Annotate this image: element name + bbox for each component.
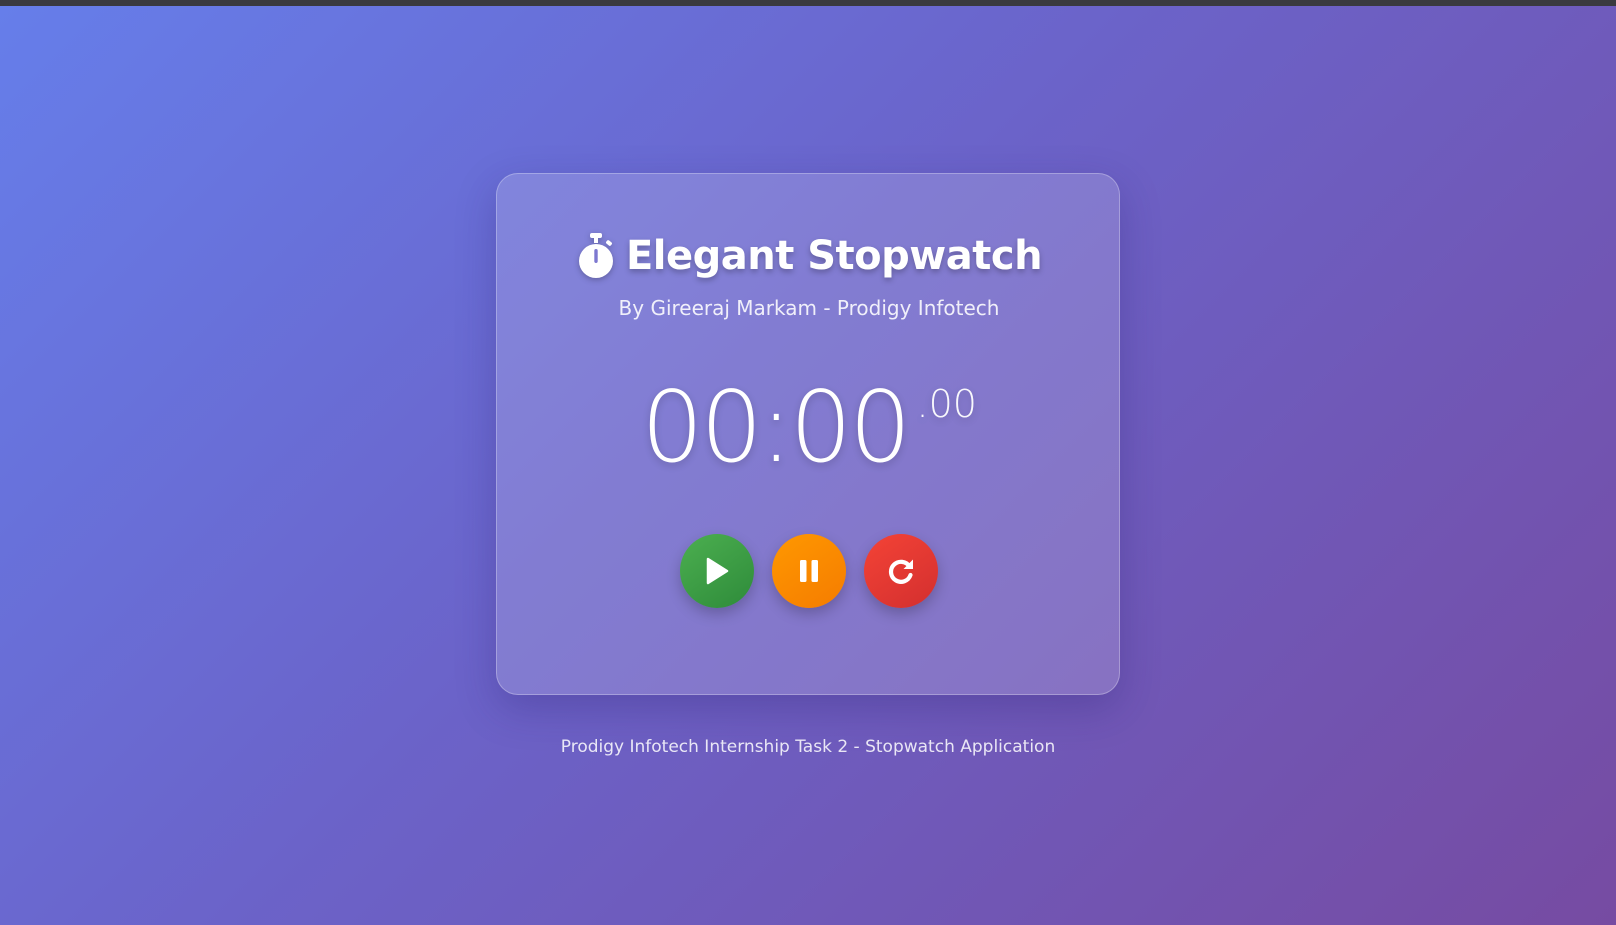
milliseconds-value: .00	[916, 382, 977, 426]
title-row: Elegant Stopwatch	[497, 232, 1121, 280]
footer-text: Prodigy Infotech Internship Task 2 - Sto…	[560, 737, 1056, 757]
pause-button[interactable]	[772, 534, 846, 608]
pause-icon	[800, 560, 818, 582]
refresh-icon	[888, 559, 913, 584]
reset-button[interactable]	[864, 534, 938, 608]
time-value: 00:00	[641, 371, 911, 485]
play-icon	[706, 557, 729, 585]
browser-top-strip	[0, 0, 1616, 6]
start-button[interactable]	[680, 534, 754, 608]
stopwatch-icon	[578, 233, 613, 278]
app-subtitle: By Gireeraj Markam - Prodigy Infotech	[618, 296, 1000, 320]
control-buttons	[497, 534, 1121, 608]
stopwatch-card: Elegant Stopwatch By Gireeraj Markam - P…	[496, 173, 1120, 695]
app-title: Elegant Stopwatch	[625, 233, 1043, 279]
time-display: 00:00.00	[497, 379, 1121, 477]
